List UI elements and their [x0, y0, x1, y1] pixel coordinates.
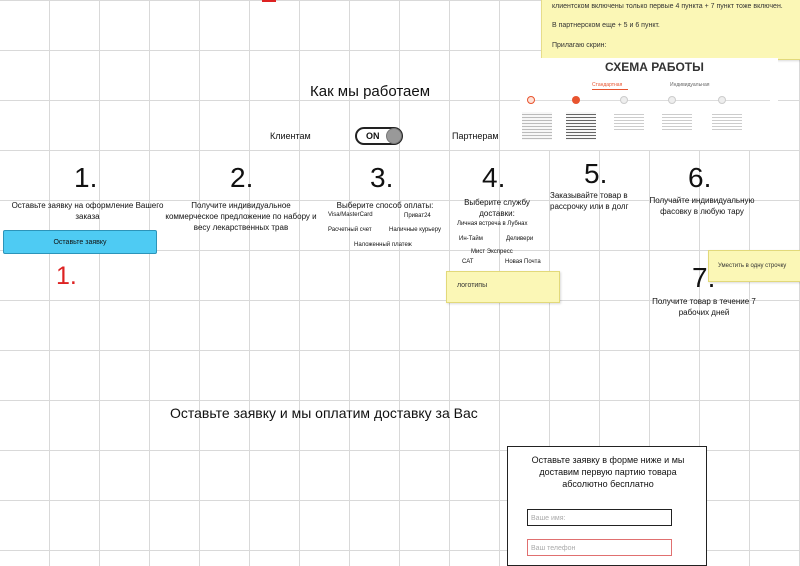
step-7-text: Получите товар в течение 7 рабочих дней: [652, 297, 756, 317]
scheme-title: СХЕМА РАБОТЫ: [605, 60, 704, 74]
toggle-state: ON: [366, 131, 380, 141]
delivery-novaposhta: Новая Почта: [505, 259, 541, 265]
scheme-text-block: [522, 112, 552, 140]
scheme-tab-individual: Индивидуальная: [670, 82, 710, 88]
sticky-right-text: Уместить в одну строчку: [718, 263, 787, 269]
sticky-note-right: Уместить в одну строчку: [708, 250, 800, 282]
scheme-text-block: [712, 112, 742, 132]
scheme-tab-underline: [592, 89, 628, 90]
step-4-number: 4.: [482, 162, 506, 193]
sticky-logos-text: логотипы: [457, 282, 488, 289]
scheme-dot: [718, 96, 726, 104]
scheme-dot: [668, 96, 676, 104]
scheme-screenshot: СХЕМА РАБОТЫ Стандартная Индивидуальная: [520, 58, 778, 150]
toggle-label-clients: Клиентам: [270, 131, 311, 141]
phone-field[interactable]: Ваш телефон: [527, 539, 672, 556]
step-6-number: 6.: [688, 162, 712, 193]
payment-privat24: Приват24: [404, 213, 431, 219]
form-text: Оставьте заявку в форме ниже и мы достав…: [531, 455, 685, 489]
name-field[interactable]: Ваше имя:: [527, 509, 672, 526]
step-5-number: 5.: [584, 158, 608, 189]
step-3-text: Выберите способ оплаты:: [336, 201, 434, 210]
cta-title: Оставьте заявку и мы оплатим доставку за…: [170, 405, 478, 421]
sticky-note-logos: логотипы: [446, 271, 560, 303]
delivery-sat: САТ: [462, 259, 474, 265]
payment-account: Расчетный счет: [328, 227, 372, 233]
delivery-delivery: Деливери: [506, 236, 534, 242]
clients-partners-toggle[interactable]: ON: [355, 127, 403, 145]
toggle-label-partners: Партнерам: [452, 131, 499, 141]
delivery-meest: Мист Экспресс: [471, 249, 513, 255]
scheme-dot: [527, 96, 535, 104]
step-6-text: Получайте индивидуальную фасовку в любую…: [649, 196, 755, 216]
red-mark-top: [262, 0, 276, 2]
sticky-note-top: клиентском включены только первые 4 пунк…: [541, 0, 800, 60]
scheme-tab-standard: Стандартная: [592, 82, 623, 88]
step-1-number: 1.: [74, 162, 98, 193]
step-4-text: Выберите службу доставки:: [464, 198, 530, 218]
red-step-number: 1.: [56, 262, 77, 290]
scheme-text-block: [662, 112, 692, 132]
note-line-1: клиентском включены только первые 4 пунк…: [552, 3, 783, 10]
delivery-personal: Личная встреча в Лубнах: [457, 221, 528, 227]
payment-cod: Наложенный платеж: [354, 242, 412, 248]
step-2-text: Получите индивидуальное коммерческое пре…: [165, 201, 317, 232]
scheme-dot: [620, 96, 628, 104]
payment-visa: Visa/MasterCard: [328, 212, 373, 218]
note-line-2: В партнерском еще + 5 и 6 пункт.: [552, 22, 660, 29]
payment-courier: Наличные курьеру: [389, 227, 441, 233]
note-line-3: Прилагаю скрин:: [552, 42, 607, 49]
step-1-text: Оставьте заявку на оформление Вашего зак…: [11, 201, 164, 221]
scheme-text-block: [566, 112, 596, 140]
lead-form: Оставьте заявку в форме ниже и мы достав…: [507, 446, 707, 566]
step-7-number: 7.: [692, 262, 716, 293]
scheme-line: [530, 100, 770, 101]
step-5-text: Заказывайте товар в рассрочку или в долг: [550, 191, 629, 211]
scheme-dot: [572, 96, 580, 104]
toggle-knob: [386, 128, 402, 144]
step-3-number: 3.: [370, 162, 394, 193]
order-button[interactable]: Оставьте заявку: [3, 230, 157, 254]
delivery-intime: Ин-Тайм: [459, 236, 483, 242]
scheme-text-block: [614, 112, 644, 132]
section-title: Как мы работаем: [310, 83, 431, 100]
step-2-number: 2.: [230, 162, 254, 193]
